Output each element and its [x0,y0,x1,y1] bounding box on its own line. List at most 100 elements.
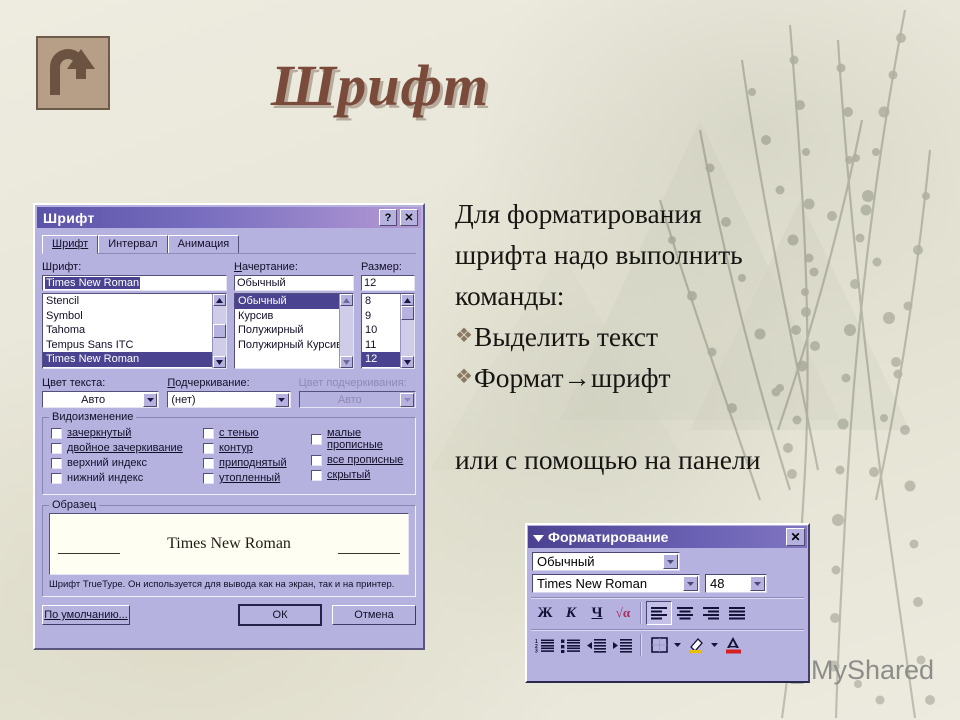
chevron-down-icon[interactable] [750,576,765,591]
chevron-down-icon[interactable] [274,392,289,407]
scroll-track[interactable] [213,306,226,324]
checkbox-box[interactable] [203,457,214,469]
list-item[interactable]: Курсив [235,309,339,324]
bold-button[interactable]: Ж [532,601,558,625]
scroll-track[interactable] [340,306,353,356]
checkbox-label: утопленный [219,472,281,484]
checkbox-shadow[interactable]: с тенью [203,427,311,439]
size-input[interactable]: 12 [361,275,415,291]
borders-button[interactable] [646,633,672,657]
font-color-button[interactable] [720,633,746,657]
underline-button[interactable]: Ч [584,601,610,625]
increase-indent-button[interactable] [610,633,636,657]
checkbox-box[interactable] [203,442,214,454]
list-item[interactable]: Обычный [235,294,339,309]
checkbox-box[interactable] [51,442,62,454]
style-input[interactable]: Обычный [234,275,354,291]
list-item[interactable]: Полужирный Курсив [235,338,339,353]
scroll-track[interactable] [401,320,414,356]
underline-combo[interactable]: (нет) [167,391,291,408]
checkbox-superscript[interactable]: верхний индекс [51,457,203,469]
chevron-down-icon[interactable] [533,529,544,545]
scroll-thumb[interactable] [401,306,414,320]
font-size-combo[interactable]: 48 [705,574,767,593]
effects-group-label: Видоизменение [49,411,137,423]
align-right-button[interactable] [698,601,724,625]
italic-button[interactable]: К [558,601,584,625]
close-icon[interactable]: ✕ [786,528,805,546]
checkbox-box[interactable] [51,472,62,484]
scroll-down-icon[interactable] [340,356,353,368]
style-list-scrollbar[interactable] [339,294,353,368]
checkbox-box[interactable] [311,469,322,481]
checkbox-outline[interactable]: контур [203,442,311,454]
size-list-scrollbar[interactable] [400,294,414,368]
decrease-indent-button[interactable] [584,633,610,657]
checkbox-box[interactable] [203,472,214,484]
align-center-button[interactable] [672,601,698,625]
align-justify-button[interactable] [724,601,750,625]
list-item[interactable]: Tahoma [43,323,212,338]
checkbox-all-caps[interactable]: все прописные [311,454,407,466]
font-input[interactable]: Times New Roman [42,275,227,291]
list-item[interactable]: 12 [362,352,400,367]
size-listbox[interactable]: 8 9 10 11 12 [361,293,415,369]
list-item[interactable]: Stencil [43,294,212,309]
highlight-dropdown-icon[interactable] [709,635,720,655]
checkbox-double-strikethrough[interactable]: двойное зачеркивание [51,442,203,454]
tab-spacing[interactable]: Интервал [98,235,168,253]
font-name-combo[interactable]: Times New Roman [532,574,700,593]
scroll-down-icon[interactable] [213,356,226,368]
insert-symbol-button[interactable]: √α [610,601,636,625]
chevron-down-icon[interactable] [683,576,698,591]
set-default-button[interactable]: По умолчанию... [42,605,130,625]
list-item[interactable]: Tempus Sans ITC [43,338,212,353]
checkbox-small-caps[interactable]: малые прописные [311,427,407,451]
chevron-down-icon[interactable] [663,554,678,569]
checkbox-subscript[interactable]: нижний индекс [51,472,203,484]
list-item[interactable]: 8 [362,294,400,309]
checkbox-box[interactable] [51,427,62,439]
checkbox-box[interactable] [311,454,322,466]
list-item[interactable]: Times New Roman [43,352,212,367]
checkbox-emboss[interactable]: приподнятый [203,457,311,469]
font-list-scrollbar[interactable] [212,294,226,368]
list-item[interactable]: Symbol [43,309,212,324]
checkbox-strikethrough[interactable]: зачеркнутый [51,427,203,439]
size-list-items: 8 9 10 11 12 [362,294,400,368]
font-listbox[interactable]: Stencil Symbol Tahoma Tempus Sans ITC Ti… [42,293,227,369]
bullet-list-button[interactable] [558,633,584,657]
scroll-up-icon[interactable] [213,294,226,306]
scroll-thumb[interactable] [213,324,226,338]
checkbox-box[interactable] [51,457,62,469]
tab-animation[interactable]: Анимация [167,235,240,253]
tab-font[interactable]: Шрифт [42,235,99,254]
numbered-list-button[interactable]: 123 [532,633,558,657]
ok-button[interactable]: ОК [238,604,322,626]
list-item[interactable]: Полужирный [235,323,339,338]
highlight-button[interactable] [683,633,709,657]
close-icon[interactable]: ✕ [400,209,418,226]
scroll-up-icon[interactable] [401,294,414,306]
checkbox-box[interactable] [203,427,214,439]
checkbox-box[interactable] [311,433,322,445]
scroll-down-icon[interactable] [401,356,414,368]
help-button[interactable]: ? [379,209,397,226]
list-item[interactable]: 11 [362,338,400,353]
scroll-track[interactable] [213,338,226,356]
style-listbox[interactable]: Обычный Курсив Полужирный Полужирный Кур… [234,293,354,369]
cancel-button[interactable]: Отмена [332,605,416,625]
checkbox-engrave[interactable]: утопленный [203,472,311,484]
list-item[interactable]: 10 [362,323,400,338]
checkbox-hidden[interactable]: скрытый [311,469,407,481]
checkbox-label: с тенью [219,427,259,439]
text-color-combo[interactable]: Авто [42,391,160,408]
align-left-button[interactable] [646,601,672,625]
borders-dropdown-icon[interactable] [672,635,683,655]
list-item[interactable]: 9 [362,309,400,324]
font-dialog-titlebar[interactable]: Шрифт ? ✕ [37,207,421,228]
style-combo[interactable]: Обычный [532,552,680,571]
toolbar-titlebar[interactable]: Форматирование ✕ [528,526,807,548]
chevron-down-icon[interactable] [143,392,158,407]
scroll-up-icon[interactable] [340,294,353,306]
